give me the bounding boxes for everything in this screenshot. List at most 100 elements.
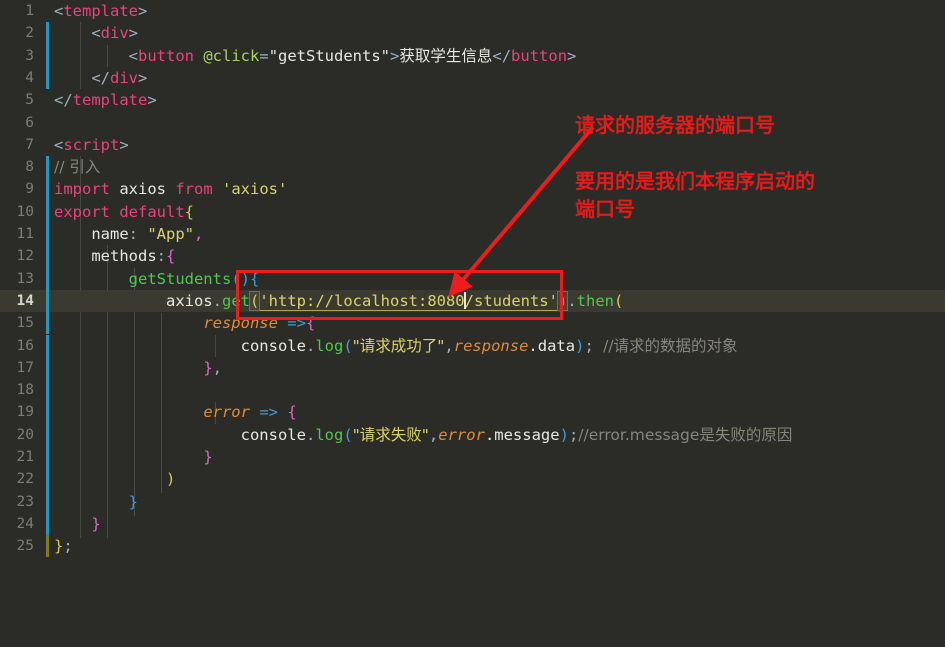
tok: </ [492,46,512,65]
tok: , [194,225,204,243]
code-line-21[interactable]: 21 } [0,446,945,469]
tok: } [203,358,213,377]
tok: button [138,46,194,65]
code-line-23[interactable]: 23 } [0,490,945,513]
tok: error [438,425,485,444]
tok: response [203,314,278,333]
line-number: 1 [25,3,34,19]
code-line-18[interactable]: 18 [0,379,945,402]
url-string-part2: /students' [464,291,558,311]
code-content: }; [54,535,73,557]
code-line-10[interactable]: 10 export default{ [0,200,945,223]
tok: "请求成功了" [352,336,445,355]
tok [110,203,119,221]
change-marker [46,267,49,290]
code-line-13[interactable]: 13 getStudents(){ [0,267,945,290]
code-line-25[interactable]: 25 }; [0,535,945,558]
code-line-6[interactable]: 6 [0,112,945,134]
code-line-5[interactable]: 5 </template> [0,89,945,111]
code-line-17[interactable]: 17 }, [0,356,945,380]
change-marker [46,379,49,402]
tok: ( [231,269,241,288]
line-number: 4 [25,69,34,86]
change-marker [46,245,49,268]
code-line-15[interactable]: 15 response =>{ [0,312,945,335]
tok: from [175,180,213,199]
change-marker [46,66,49,90]
tok: @click [203,46,260,65]
tok: : [128,225,148,243]
tok: ; [63,537,73,556]
tok: log [315,425,344,444]
tok: = [259,46,269,65]
change-marker [46,0,49,22]
tok: button [511,46,568,65]
tok: , [428,425,439,444]
tok: > [138,2,148,20]
change-marker [46,223,49,246]
code-line-11[interactable]: 11 name: "App", [0,223,945,246]
line-number: 11 [16,226,34,242]
tok: getStudents [128,269,232,288]
tok: ) [165,470,176,489]
tok: > [119,135,129,154]
tok: ) [556,290,569,311]
change-marker [46,200,49,223]
code-content: <button @click="getStudents">获取学生信息</but… [54,45,577,67]
code-line-1[interactable]: 1 <template> [0,0,945,22]
code-line-14[interactable]: 14 axios.get('http://localhost:8080/stud… [0,289,945,313]
code-line-3[interactable]: 3 <button @click="getStudents">获取学生信息</b… [0,44,945,67]
tok: { [184,202,195,221]
line-number: 23 [16,493,34,510]
line-number: 9 [25,181,34,198]
url-string-part1: 'http://localhost:8080 [259,291,465,311]
code-content: } [54,491,138,513]
code-content: console.log("请求失败",error.message);//erro… [54,424,793,446]
line-number: 5 [25,92,34,109]
code-editor[interactable]: 1 <template> 2 <div> 3 <button @click="g… [0,0,945,560]
code-line-22[interactable]: 22 ) [0,468,945,491]
change-marker [46,446,49,469]
tok: => [277,314,306,333]
tok: axios [110,180,176,199]
code-lines[interactable]: 1 <template> 2 <div> 3 <button @click="g… [0,0,945,560]
line-number: 22 [16,471,34,488]
tok [213,180,222,198]
tok: { [287,403,297,422]
code-line-2[interactable]: 2 <div> [0,22,945,45]
tok: 获取学生信息 [399,46,493,65]
tok: // 引入 [54,158,101,177]
tok: > [147,91,157,110]
tok: error [203,403,250,422]
tok: "请求失败" [352,425,429,444]
code-line-20[interactable]: 20 console.log("请求失败",error.message);//e… [0,423,945,446]
code-content: <template> [54,0,147,22]
tok: default [119,202,185,221]
tok: : [156,247,166,266]
tok: } [128,492,138,511]
tok: console [240,425,306,444]
tok: console [240,336,306,355]
change-marker [46,423,49,446]
code-line-16[interactable]: 16 console.log("请求成功了",response.data); /… [0,334,945,357]
code-content: export default{ [54,201,194,223]
code-line-7[interactable]: 7 <script> [0,134,945,156]
code-line-4[interactable]: 4 </div> [0,66,945,90]
change-marker [46,535,49,558]
code-line-12[interactable]: 12 methods:{ [0,245,945,268]
code-content: ) [54,468,175,490]
tok: axios [165,291,213,310]
change-marker [46,289,49,313]
tok: } [54,537,64,556]
code-line-24[interactable]: 24 } [0,512,945,536]
change-marker [46,490,49,513]
tok: //error.message是失败的原因 [578,425,793,444]
tok: response [453,336,529,355]
code-content: // 引入 [54,156,100,178]
code-content: error => { [54,401,297,423]
tok: { [250,269,260,288]
tok: => [249,403,288,422]
code-line-19[interactable]: 19 error => { [0,401,945,424]
change-marker [46,178,49,201]
tok: import [54,180,110,199]
